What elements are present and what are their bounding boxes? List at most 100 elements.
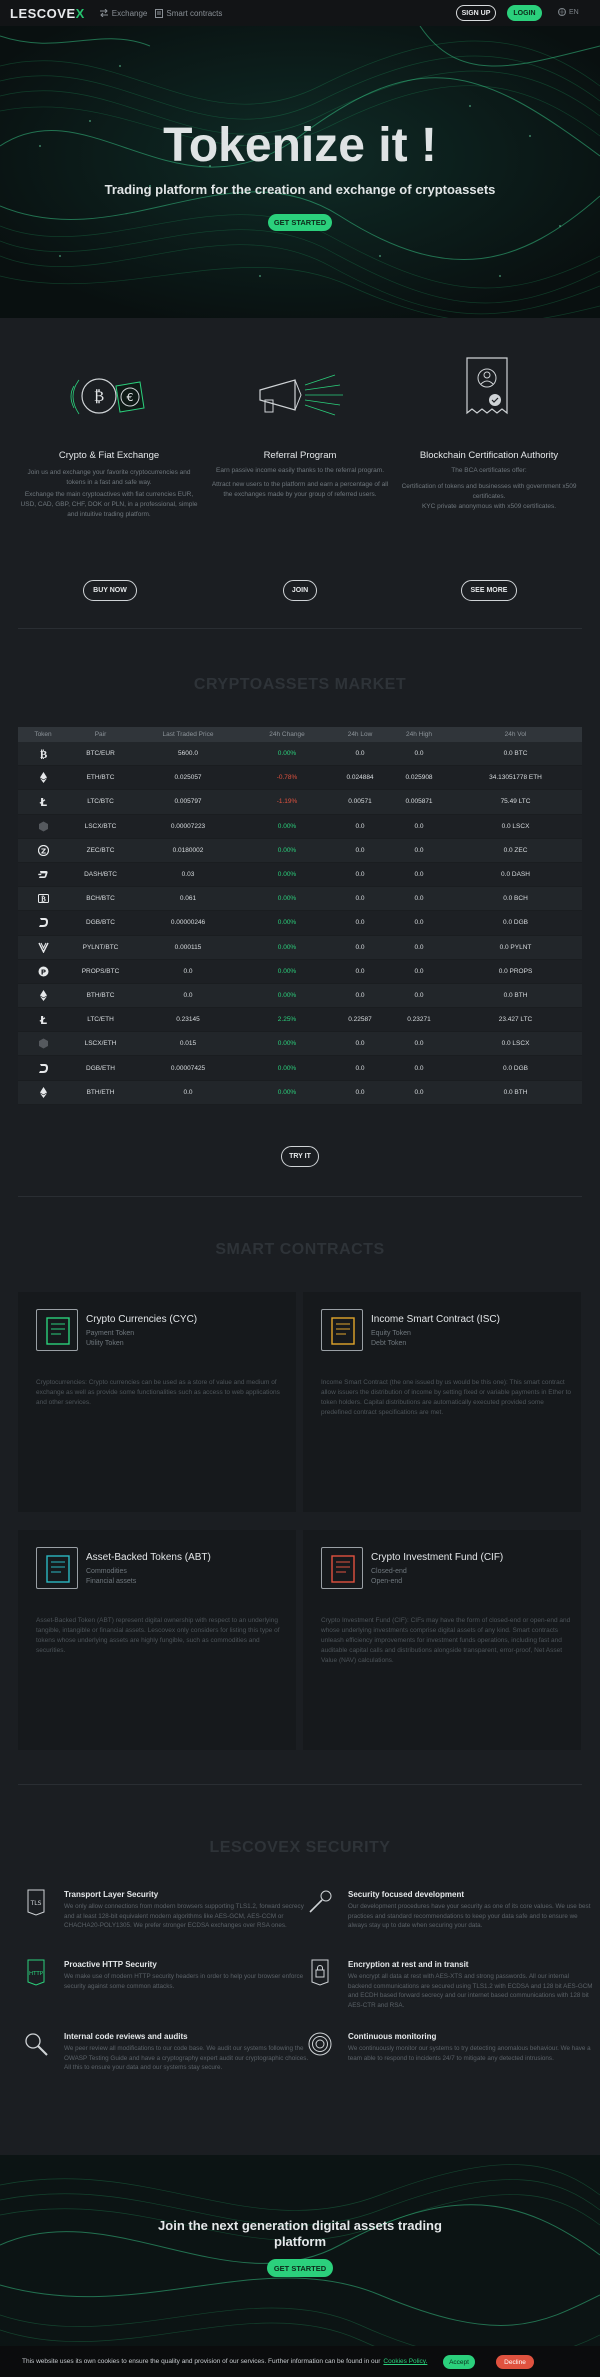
low-cell: 0.0 [355,822,365,830]
try-it-button[interactable]: TRY IT [281,1146,319,1167]
change-cell: -0.78% [276,774,298,782]
column-header: Pair [94,731,107,738]
price-cell: 0.0180002 [172,846,204,854]
high-cell: 0.0 [414,750,424,758]
table-row[interactable]: PYLNT/BTC 0.000115 0.00% 0.0 0.0 0.0 PYLNT [18,935,582,960]
price-cell: 5600.0 [178,750,198,758]
low-cell: 0.0 [355,895,365,903]
token-cell: ₿ [18,748,68,759]
low-cell: 0.0 [355,1064,365,1072]
high-cell: 0.0 [414,871,424,879]
low-cell: 0.0 [355,967,365,975]
volume-cell: 0.0 ZEC [503,846,528,854]
nav-smart-contracts[interactable]: Smart contracts [155,8,223,18]
high-cell: 0.0 [414,967,424,975]
high-cell: 0.005871 [405,798,433,806]
change-cell: -1.19% [276,798,298,806]
table-row[interactable]: DASH/BTC 0.03 0.00% 0.0 0.0 0.0 DASH [18,862,582,888]
contract-card-text: Cryptocurrencies: Crypto currencies can … [36,1379,280,1406]
table-row[interactable]: P PROPS/BTC 0.0 0.00% 0.0 0.0 0.0 PROPS [18,959,582,984]
contract-document-icon [321,1309,363,1351]
table-row[interactable]: ETH/BTC 0.025057 -0.78% 0.024884 0.025908 34.… [18,766,582,791]
buy-now-button[interactable]: BUY NOW [83,580,137,601]
feature-text: The BCA certificates offer: [451,467,527,474]
signup-button[interactable]: SIGN UP [456,5,496,21]
security-title: LESCOVEX SECURITY [209,1839,391,1856]
volume-cell: 0.0 DGB [503,919,528,927]
http-icon: HTTP [22,1958,50,1986]
token-cell [18,821,68,832]
price-cell: 0.0 [183,1088,193,1096]
join-button[interactable]: JOIN [283,580,317,601]
contract-card[interactable]: Crypto Investment Fund (CIF) Closed-end Op… [303,1530,581,1750]
litecoin-icon: Ł [38,1014,49,1025]
table-row[interactable]: BTH/ETH 0.0 0.00% 0.0 0.0 0.0 BTH [18,1080,582,1105]
table-row[interactable]: Ł LTC/BTC 0.005797 -1.19% 0.00571 0.005871 75.… [18,790,582,815]
see-more-button[interactable]: SEE MORE [461,580,517,601]
high-cell: 0.0 [414,822,424,830]
contract-document-icon [36,1547,78,1589]
high-cell: 0.025908 [405,774,433,782]
svg-text:Ł: Ł [38,796,46,807]
contract-document-icon [36,1309,78,1351]
column-header: 24h Change [269,731,305,738]
token-cell: P [18,966,68,977]
price-cell: 0.025057 [174,774,202,782]
table-row[interactable]: Ł LTC/ETH 0.23145 2.25% 0.22587 0.23271 23.427… [18,1008,582,1033]
security-item-title: Encryption at rest and in transit [348,1960,469,1969]
security-item-text: We peer review all modifications to our … [64,2045,309,2071]
feature-title: Crypto & Fiat Exchange [58,450,160,461]
ethereum-icon [38,772,49,784]
table-row[interactable]: ₿ BTC/EUR 5600.0 0.00% 0.0 0.0 0.0 BTC [18,742,582,767]
cookie-accept-button[interactable]: Accept [443,2355,475,2369]
contract-card[interactable]: Asset-Backed Tokens (ABT) Commodities Fina… [18,1530,296,1750]
contract-card[interactable]: Crypto Currencies (CYC) Payment Token Util… [18,1292,296,1512]
security-item-text: We encrypt all data at rest with AES-XTS… [348,1973,593,2009]
low-cell: 0.0 [355,846,365,854]
svg-text:P: P [40,968,45,976]
price-cell: 0.000115 [174,943,202,951]
login-button[interactable]: LOGIN [507,5,542,21]
column-header: 24h Vol [504,731,527,738]
pair-cell: ZEC/BTC [86,846,115,854]
low-cell: 0.0 [355,750,365,758]
pair-cell: DGB/ETH [86,1064,115,1072]
price-cell: 0.00007425 [170,1064,206,1072]
change-cell: 0.00% [277,750,297,758]
feature-title: Blockchain Certification Authority [419,450,559,461]
top-navbar: LESCOVEX Exchange Smart contracts SIGN U… [0,0,600,26]
table-row[interactable]: DGB/ETH 0.00007425 0.00% 0.0 0.0 0.0 DGB [18,1056,582,1081]
table-row[interactable]: LSCX/ETH 0.015 0.00% 0.0 0.0 0.0 LSCX [18,1032,582,1057]
language-selector[interactable]: EN [558,8,579,16]
bitcoin-cash-icon: ₿ [37,893,49,904]
cta-section: Join the next generation digital assets … [0,2155,600,2377]
table-row[interactable]: ₿ BCH/BTC 0.061 0.00% 0.0 0.0 0.0 BCH [18,887,582,912]
table-header: Token Pair Last Traded Price 24h Change … [18,727,582,742]
high-cell: 0.0 [414,895,424,903]
nav-smart-contracts-label: Smart contracts [166,8,223,18]
table-row[interactable]: Z ZEC/BTC 0.0180002 0.00% 0.0 0.0 0.0 ZEC [18,838,582,863]
logo[interactable]: LESCOVEX [10,6,85,21]
contract-card-subtitle: Open-end [371,1578,403,1585]
table-row[interactable]: LSCX/BTC 0.00007223 0.00% 0.0 0.0 0.0 LSCX [18,814,582,839]
change-cell: 0.00% [277,1064,297,1072]
token-cell [18,772,68,784]
low-cell: 0.0 [355,1040,365,1048]
volume-cell: 0.0 PYLNT [499,943,532,951]
cta-get-started-button[interactable]: GET STARTED [267,2259,333,2277]
cookies-policy-link[interactable]: Cookies Policy. [383,2358,427,2365]
cookie-decline-button[interactable]: Decline [496,2355,534,2369]
low-cell: 0.0 [355,943,365,951]
litecoin-icon: Ł [38,796,49,807]
table-row[interactable]: DGB/BTC 0.00000246 0.00% 0.0 0.0 0.0 DGB [18,911,582,936]
table-row[interactable]: BTH/BTC 0.0 0.00% 0.0 0.0 0.0 BTH [18,983,582,1009]
digibyte-icon [38,917,49,928]
contract-card-subtitle: Utility Token [86,1340,124,1347]
crypto-fiat-exchange-icon: ₿ € [70,378,145,415]
nav-exchange[interactable]: Exchange [99,9,147,18]
svg-text:HTTP: HTTP [29,1971,44,1977]
hero-get-started-button[interactable]: GET STARTED [268,214,332,231]
contract-card[interactable]: Income Smart Contract (ISC) Equity Token D… [303,1292,581,1512]
pair-cell: LTC/ETH [87,1016,114,1024]
cta-title-line: platform [274,2234,326,2249]
